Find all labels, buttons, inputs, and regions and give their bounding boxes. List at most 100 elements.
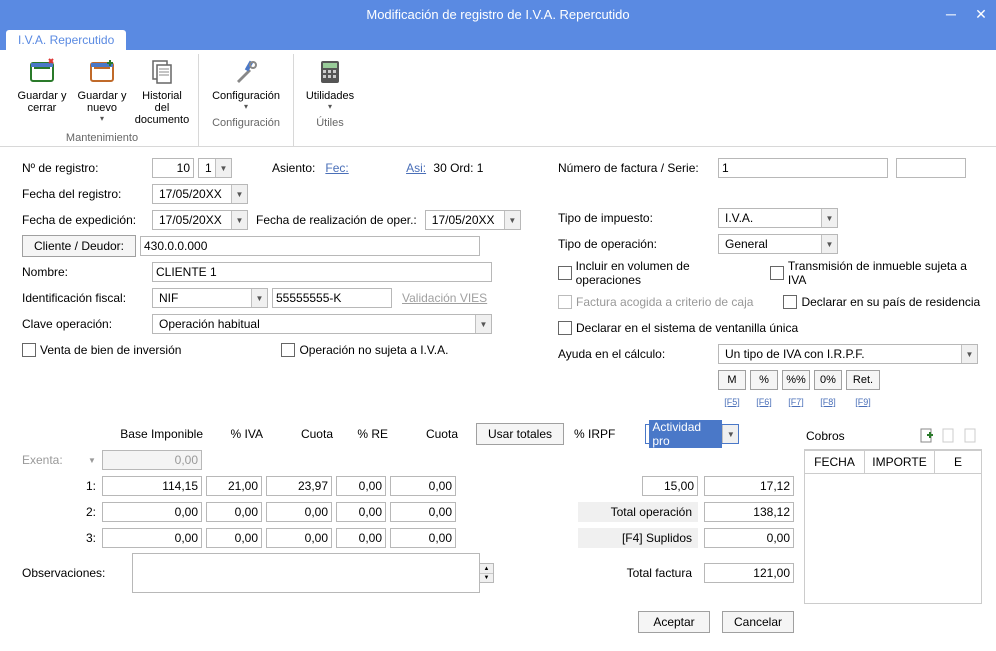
chevron-down-icon: ▾ [328,102,332,111]
col-iva: % IVA [207,427,267,441]
cliente-field[interactable] [140,236,480,256]
history-button[interactable]: Historial del documento [134,54,190,128]
mini-btn-pct[interactable]: % [750,370,778,390]
shortcut-f9[interactable]: [F9] [846,397,880,407]
minimize-button[interactable]: ─ [936,0,966,28]
row2-re[interactable] [336,502,386,522]
cliente-deudor-button[interactable]: Cliente / Deudor: [22,235,136,257]
cancelar-button[interactable]: Cancelar [722,611,794,633]
shortcut-f8[interactable]: [F8] [814,397,842,407]
utilities-button[interactable]: Utilidades ▾ [302,54,358,113]
shortcut-f7[interactable]: [F7] [782,397,810,407]
save-close-icon [26,56,58,88]
chk-transmision[interactable]: Transmisión de inmueble sujeta a IVA [770,259,982,287]
cobros-col-fecha[interactable]: FECHA [805,451,865,474]
fecha-registro-field[interactable]: 17/05/20XX▼ [152,184,248,204]
save-new-icon [86,56,118,88]
nregistro-field[interactable] [152,158,194,178]
row3-base[interactable] [102,528,202,548]
total-operacion-label: Total operación [578,502,698,522]
num-factura-field[interactable] [718,158,888,178]
mini-btn-0pct[interactable]: 0% [814,370,842,390]
total-operacion-field[interactable] [704,502,794,522]
actividad-dropdown[interactable]: Actividad pro▼ [645,424,739,444]
suplidos-field[interactable] [704,528,794,548]
row3-cuota[interactable] [266,528,332,548]
config-button[interactable]: Configuración ▾ [207,54,285,113]
idfiscal-tipo-dropdown[interactable]: NIF▼ [152,288,268,308]
ribbon-group-label: Útiles [316,117,344,131]
cobros-edit-icon[interactable] [940,427,958,445]
calculator-icon [314,56,346,88]
usar-totales-button[interactable]: Usar totales [476,423,564,445]
mini-btn-m[interactable]: M [718,370,746,390]
row2-cuota2[interactable] [390,502,456,522]
row3-iva[interactable] [206,528,262,548]
chk-declarar-pais[interactable]: Declarar en su país de residencia [783,295,980,309]
cobros-col-importe[interactable]: IMPORTE [865,451,935,474]
chevron-down-icon: ▾ [100,114,104,123]
aceptar-button[interactable]: Aceptar [638,611,710,633]
chk-ventanilla[interactable]: Declarar en el sistema de ventanilla úni… [558,321,798,335]
asiento-fec-link[interactable]: Fec: [325,161,348,175]
chk-op-no-sujeta[interactable]: Operación no sujeta a I.V.A. [281,343,448,357]
chevron-down-icon: ▾ [244,102,248,111]
irpf-val-field[interactable] [704,476,794,496]
row2-cuota[interactable] [266,502,332,522]
fecha-exped-field[interactable]: 17/05/20XX▼ [152,210,248,230]
titlebar: Modificación de registro de I.V.A. Reper… [0,0,996,28]
row3-label: 3: [22,531,102,545]
irpf-pct-field[interactable] [642,476,698,496]
shortcut-f5[interactable]: [F5] [718,397,746,407]
shortcut-f6[interactable]: [F6] [750,397,778,407]
cobros-add-icon[interactable] [918,427,936,445]
fecha-realiz-field[interactable]: 17/05/20XX▼ [425,210,521,230]
clave-op-dropdown[interactable]: Operación habitual▼ [152,314,492,334]
save-close-button[interactable]: Guardar y cerrar [14,54,70,128]
cobros-delete-icon[interactable] [962,427,980,445]
ribbon-group-utiles: Utilidades ▾ Útiles [294,54,366,146]
ayuda-dropdown[interactable]: Un tipo de IVA con I.R.P.F.▼ [718,344,978,364]
cobros-body[interactable] [804,474,982,604]
row2-iva[interactable] [206,502,262,522]
chk-incluir-volumen[interactable]: Incluir en volumen de operaciones [558,259,752,287]
row1-cuota2[interactable] [390,476,456,496]
tabstrip: I.V.A. Repercutido [0,28,996,50]
observaciones-field[interactable] [132,553,480,593]
total-factura-label: Total factura [578,563,698,583]
tab-iva-repercutido[interactable]: I.V.A. Repercutido [6,30,126,50]
observaciones-spinner[interactable]: ▲▼ [480,563,494,583]
tipo-impuesto-dropdown[interactable]: I.V.A.▼ [718,208,838,228]
row1-base[interactable] [102,476,202,496]
nombre-field[interactable] [152,262,492,282]
col-cuota2: Cuota [392,427,462,441]
cobros-col-e[interactable]: E [935,451,982,474]
ribbon-group-mantenimiento: Guardar y cerrar Guardar y nuevo ▾ Histo… [6,54,199,146]
ribbon-group-label: Configuración [212,117,280,131]
pct-irpf-label: % IRPF [574,427,615,441]
cobros-table: FECHA IMPORTE E [804,450,982,474]
row2-base[interactable] [102,502,202,522]
row1-re[interactable] [336,476,386,496]
tipo-operacion-label: Tipo de operación: [558,237,718,251]
nregistro-serie-dropdown[interactable]: 1▼ [198,158,232,178]
num-factura-serie-field[interactable] [896,158,966,178]
observaciones-label: Observaciones: [22,566,132,580]
chk-venta-inversion[interactable]: Venta de bien de inversión [22,343,181,357]
row1-cuota[interactable] [266,476,332,496]
exenta-chevron-icon[interactable]: ▼ [88,456,102,465]
row1-label: 1: [22,479,102,493]
row3-re[interactable] [336,528,386,548]
row3-cuota2[interactable] [390,528,456,548]
ribbon: Guardar y cerrar Guardar y nuevo ▾ Histo… [0,50,996,147]
row1-iva[interactable] [206,476,262,496]
close-button[interactable]: ✕ [966,0,996,28]
tipo-operacion-dropdown[interactable]: General▼ [718,234,838,254]
save-new-button[interactable]: Guardar y nuevo ▾ [74,54,130,128]
mini-btn-ret[interactable]: Ret. [846,370,880,390]
asiento-asi-link[interactable]: Asi: 30 Ord: 1 [406,161,483,175]
chk-factura-caja: Factura acogida a criterio de caja [558,295,753,309]
idfiscal-field[interactable] [272,288,392,308]
total-factura-field[interactable] [704,563,794,583]
mini-btn-pct2[interactable]: %% [782,370,810,390]
